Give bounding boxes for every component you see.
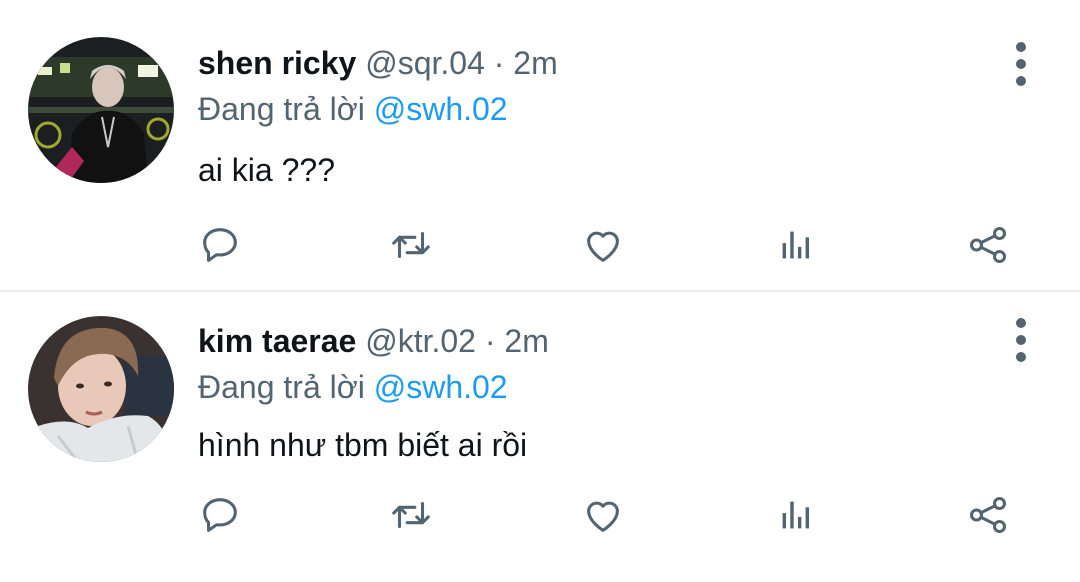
more-options-icon[interactable] (1005, 40, 1037, 88)
tweet-text: hình như tbm biết ai rồi (198, 427, 528, 463)
avatar[interactable] (28, 316, 174, 462)
separator-dot: · (484, 323, 496, 359)
user-handle[interactable]: @ktr.02 (365, 323, 476, 359)
separator-dot: · (493, 45, 505, 81)
reply-icon[interactable] (197, 492, 243, 538)
display-name[interactable]: shen ricky (198, 45, 356, 81)
reply-icon[interactable] (197, 222, 243, 268)
tweet-text: ai kia ??? (198, 152, 335, 188)
more-options-icon[interactable] (1005, 316, 1037, 364)
avatar[interactable] (28, 37, 174, 183)
replying-to-label: Đang trả lời (198, 369, 365, 405)
replying-to-mention[interactable]: @swh.02 (374, 91, 508, 127)
timestamp[interactable]: 2m (504, 323, 548, 359)
analytics-icon[interactable] (773, 492, 819, 538)
retweet-icon[interactable] (388, 492, 434, 538)
share-icon[interactable] (965, 492, 1011, 538)
tweet-header: kim taerae @ktr.02 · 2m (198, 321, 549, 361)
like-icon[interactable] (580, 492, 626, 538)
replying-to-mention[interactable]: @swh.02 (374, 369, 508, 405)
replying-to-label: Đang trả lời (198, 91, 365, 127)
tweet-header: shen ricky @sqr.04 · 2m (198, 43, 558, 83)
replying-to: Đang trả lời @swh.02 (198, 89, 508, 129)
reply-tweet[interactable]: shen ricky @sqr.04 · 2m Đang trả lời @sw… (0, 0, 1080, 290)
display-name[interactable]: kim taerae (198, 323, 356, 359)
replying-to: Đang trả lời @swh.02 (198, 367, 508, 407)
reply-tweet[interactable]: kim taerae @ktr.02 · 2m Đang trả lời @sw… (0, 292, 1080, 582)
retweet-icon[interactable] (388, 222, 434, 268)
timestamp[interactable]: 2m (513, 45, 557, 81)
analytics-icon[interactable] (773, 222, 819, 268)
like-icon[interactable] (580, 222, 626, 268)
user-handle[interactable]: @sqr.04 (365, 45, 485, 81)
share-icon[interactable] (965, 222, 1011, 268)
